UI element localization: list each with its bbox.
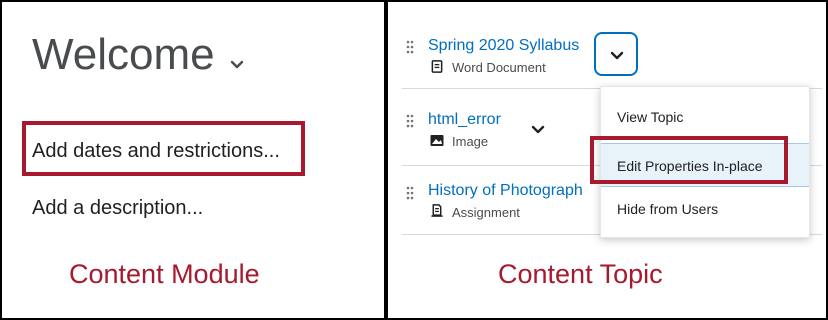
menu-item-hide-from-users[interactable]: Hide from Users	[601, 187, 809, 231]
highlight-box-restrictions	[22, 121, 305, 176]
add-description-link[interactable]: Add a description...	[32, 197, 203, 220]
drag-handle-icon[interactable]	[406, 186, 414, 200]
topic-title-link[interactable]: History of Photograph	[428, 182, 600, 200]
content-module-panel: Welcome Add dates and restrictions... Ad…	[2, 2, 384, 318]
topic-context-menu-button[interactable]	[594, 32, 638, 76]
drag-handle-icon[interactable]	[406, 114, 414, 128]
topic-title-link[interactable]: Spring 2020 Syllabus	[428, 37, 579, 55]
topic-type-label: Assignment	[452, 205, 520, 220]
topic-type-label: Image	[452, 134, 489, 149]
image-icon	[430, 135, 444, 146]
module-title[interactable]: Welcome	[32, 30, 215, 80]
topic-type-label: Word Document	[452, 60, 546, 75]
assignment-icon	[431, 204, 443, 217]
chevron-down-icon[interactable]	[230, 60, 244, 70]
menu-item-view-topic[interactable]: View Topic	[601, 95, 809, 139]
drag-handle-icon[interactable]	[406, 40, 414, 54]
caption-content-module: Content Module	[69, 259, 260, 289]
chevron-down-icon[interactable]	[531, 125, 545, 135]
highlight-box-edit-properties	[590, 136, 788, 184]
caption-content-topic: Content Topic	[498, 259, 663, 289]
topic-title-link[interactable]: html_error	[428, 111, 501, 129]
document-icon	[431, 60, 443, 73]
chevron-down-icon	[610, 51, 624, 60]
